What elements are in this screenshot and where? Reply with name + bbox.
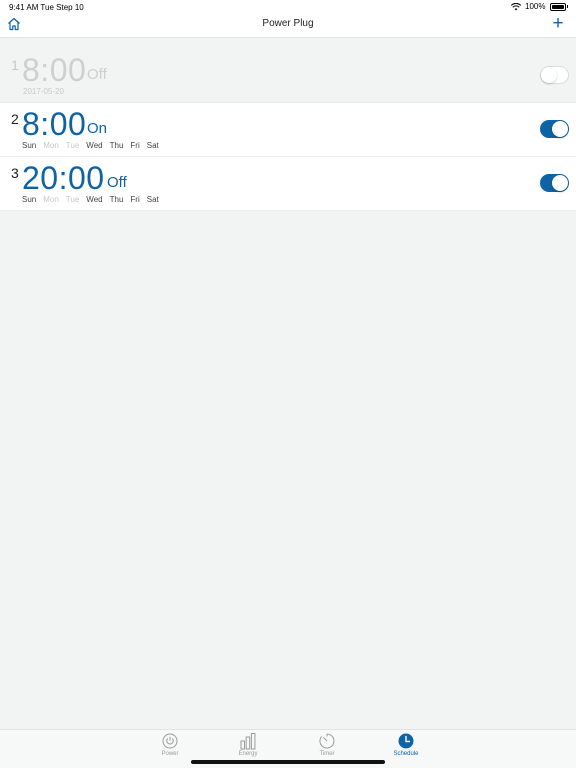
tab-energy[interactable]: Energy [218, 732, 278, 757]
day-sat: Sat [146, 195, 159, 204]
schedule-action: Off [87, 66, 107, 83]
plus-icon: + [552, 13, 564, 34]
schedule-time: 8:00 [22, 106, 87, 142]
clock-icon [398, 733, 414, 749]
schedule-days: Sun Mon Tue Wed Thu Fri Sat [22, 141, 166, 150]
status-bar: 9:41 AM Tue Step 10 100% [0, 0, 576, 14]
tab-timer[interactable]: Timer [297, 732, 357, 757]
day-tue: Tue [65, 141, 80, 150]
schedule-index: 2 [11, 111, 19, 127]
tab-power[interactable]: Power [140, 732, 200, 757]
add-schedule-button[interactable]: + [550, 13, 566, 34]
day-thu: Thu [109, 195, 124, 204]
tab-label: Energy [238, 751, 258, 757]
schedule-toggle[interactable] [540, 174, 569, 192]
battery-icon [549, 2, 566, 11]
schedule-list: 1 8:00 Off 2017-05-20 2 8:00 On Sun Mon … [0, 49, 576, 211]
timer-icon [319, 733, 335, 749]
home-indicator [191, 760, 385, 764]
schedule-days: Sun Mon Tue Wed Thu Fri Sat [22, 195, 166, 204]
day-wed: Wed [86, 195, 103, 204]
day-wed: Wed [86, 141, 103, 150]
schedule-time: 8:00 [22, 52, 87, 88]
toggle-knob [541, 67, 557, 83]
day-thu: Thu [109, 141, 124, 150]
tab-label: Power [161, 751, 179, 757]
day-tue: Tue [65, 195, 80, 204]
toggle-knob [552, 175, 568, 191]
day-sun: Sun [22, 195, 37, 204]
schedule-action: On [87, 120, 108, 137]
bar-chart-icon [240, 733, 256, 750]
day-mon: Mon [43, 195, 59, 204]
status-indicators: 100% [511, 2, 568, 11]
tab-label: Timer [319, 751, 335, 757]
toggle-knob [552, 121, 568, 137]
battery-percent: 100% [525, 2, 546, 11]
navigation-bar: Power Plug + [0, 14, 576, 38]
schedule-toggle[interactable] [540, 66, 569, 84]
tab-schedule[interactable]: Schedule [376, 732, 436, 757]
day-fri: Fri [130, 195, 140, 204]
day-mon: Mon [43, 141, 59, 150]
schedule-row-2[interactable]: 2 8:00 On Sun Mon Tue Wed Thu Fri Sat [0, 103, 576, 157]
schedule-action: Off [107, 174, 127, 191]
schedule-date: 2017-05-20 [23, 87, 64, 96]
schedule-time: 20:00 [22, 160, 105, 196]
schedule-toggle[interactable] [540, 120, 569, 138]
page-title: Power Plug [262, 18, 314, 29]
tab-label: Schedule [393, 751, 419, 757]
schedule-index: 3 [11, 165, 19, 181]
schedule-row-3[interactable]: 3 20:00 Off Sun Mon Tue Wed Thu Fri Sat [0, 157, 576, 211]
wifi-icon [511, 2, 522, 10]
schedule-index: 1 [11, 57, 19, 73]
schedule-row-1[interactable]: 1 8:00 Off 2017-05-20 [0, 49, 576, 103]
power-icon [162, 733, 178, 749]
day-sun: Sun [22, 141, 37, 150]
battery-cap [566, 5, 568, 8]
status-time-date: 9:41 AM Tue Step 10 [9, 3, 84, 12]
day-fri: Fri [130, 141, 140, 150]
day-sat: Sat [146, 141, 159, 150]
